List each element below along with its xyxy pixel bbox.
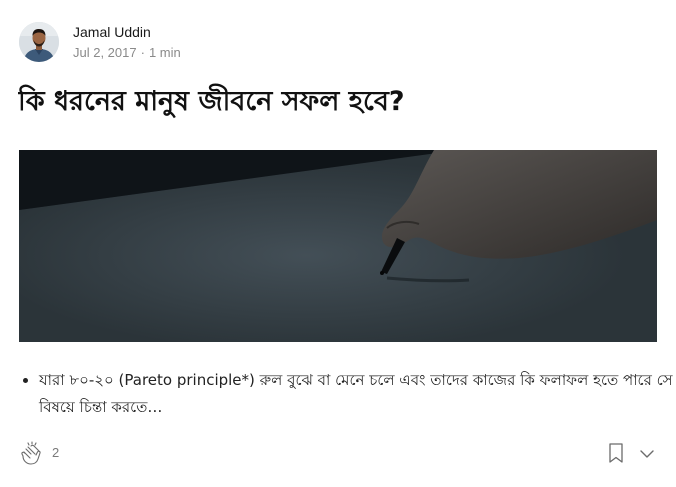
avatar-image (19, 22, 59, 62)
clap-count[interactable]: 2 (52, 445, 59, 460)
author-name[interactable]: Jamal Uddin (73, 23, 181, 41)
meta-separator: · (140, 44, 145, 60)
clap-button[interactable] (19, 440, 45, 466)
bookmark-button[interactable] (607, 442, 625, 464)
author-meta: Jamal Uddin Jul 2, 2017 · 1 min (73, 23, 181, 62)
author-row: Jamal Uddin Jul 2, 2017 · 1 min (19, 21, 181, 63)
post-meta: Jul 2, 2017 · 1 min (73, 44, 181, 62)
read-time: 1 min (148, 44, 181, 60)
post-excerpt[interactable]: যারা ৮০-২০ (Pareto principle*) রুল বুঝে … (19, 367, 676, 421)
chevron-down-icon (640, 450, 654, 458)
hero-photo (19, 150, 657, 342)
bookmark-icon (609, 443, 623, 463)
post-card: Jamal Uddin Jul 2, 2017 · 1 min কি ধরনের… (0, 0, 676, 487)
avatar[interactable] (19, 22, 59, 62)
post-footer: 2 (19, 437, 657, 467)
clap-icon (21, 441, 41, 465)
excerpt-item: যারা ৮০-২০ (Pareto principle*) রুল বুঝে … (39, 367, 676, 421)
post-title[interactable]: কি ধরনের মানুষ জীবনে সফল হবে? (18, 82, 658, 122)
post-hero-image[interactable] (19, 150, 657, 342)
post-date[interactable]: Jul 2, 2017 (73, 44, 137, 62)
more-options-button[interactable] (638, 445, 656, 463)
